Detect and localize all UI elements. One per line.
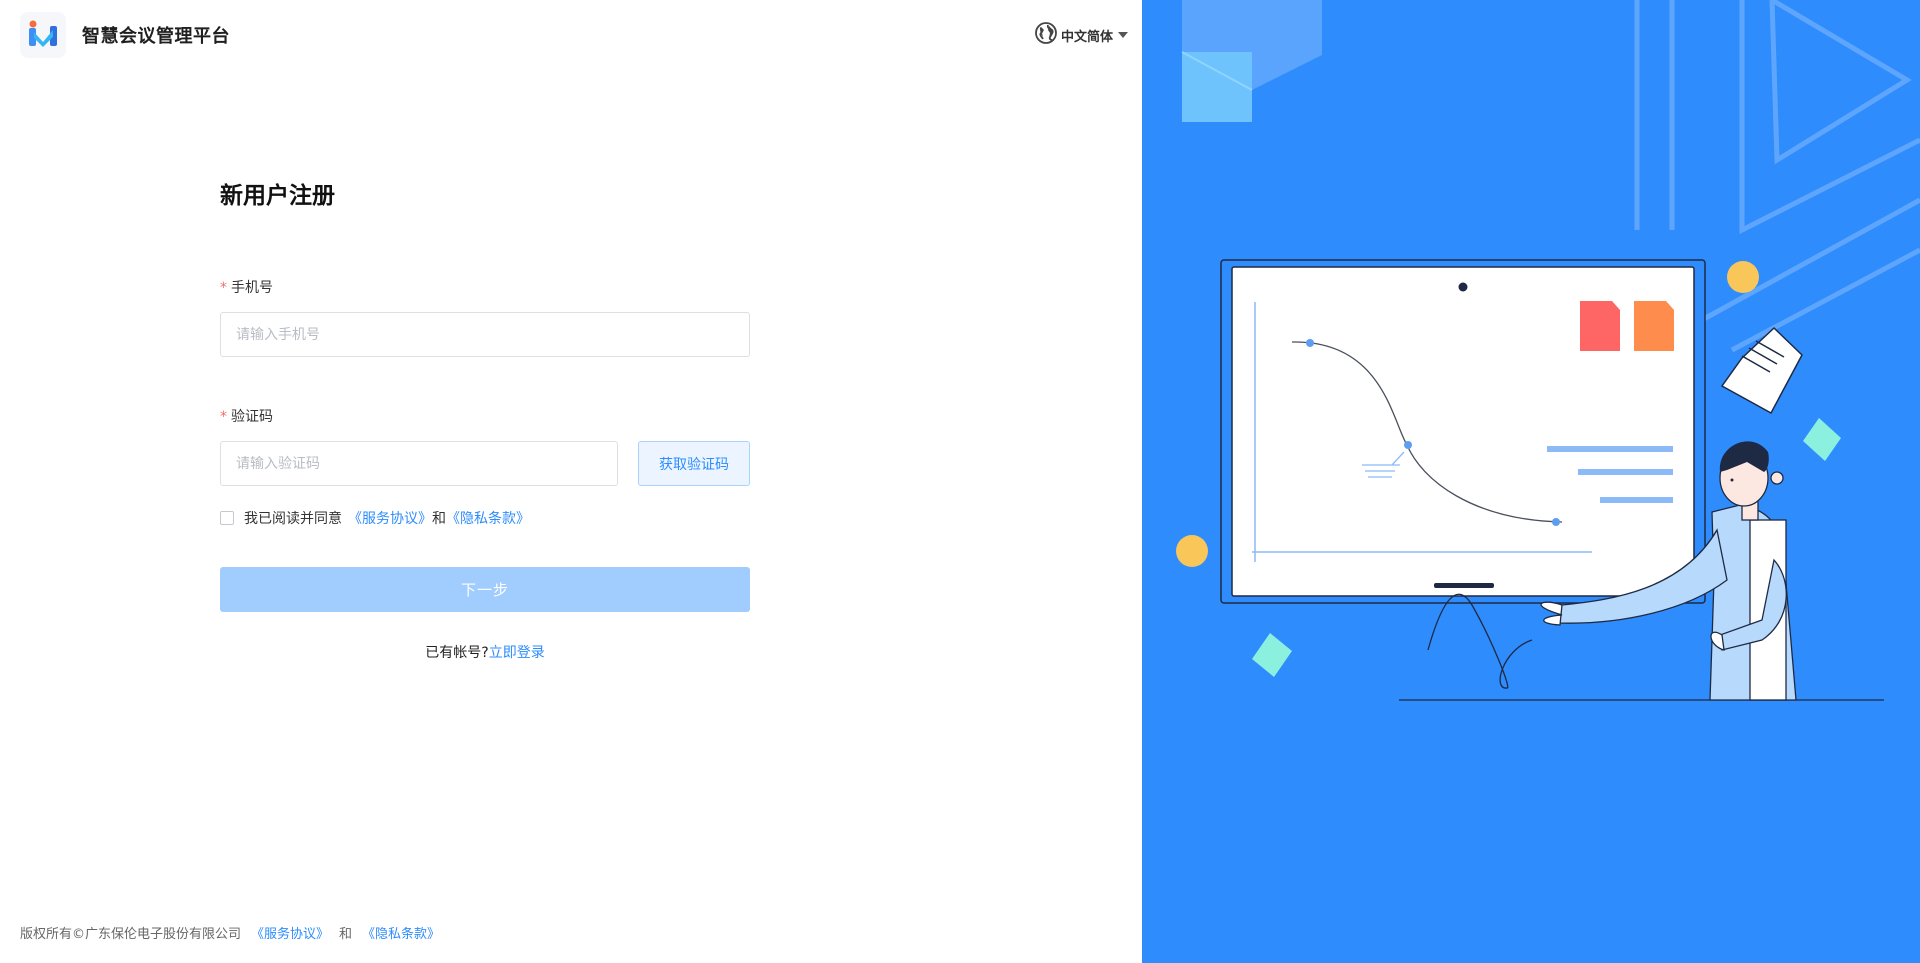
footer-privacy-policy-link[interactable]: 《隐私条款》 bbox=[362, 923, 440, 942]
privacy-policy-link[interactable]: 《隐私条款》 bbox=[446, 508, 530, 528]
globe-icon bbox=[1035, 22, 1057, 48]
get-code-button[interactable]: 获取验证码 bbox=[638, 441, 750, 486]
language-label: 中文简体 bbox=[1061, 29, 1114, 45]
footer: 版权所有©广东保伦电子股份有限公司 《服务协议》 和 《隐私条款》 bbox=[20, 923, 440, 942]
copyright-text: 版权所有©广东保伦电子股份有限公司 bbox=[20, 927, 242, 942]
required-mark: * bbox=[220, 280, 227, 296]
required-mark: * bbox=[220, 409, 227, 425]
service-agreement-link[interactable]: 《服务协议》 bbox=[348, 508, 432, 528]
code-label-text: 验证码 bbox=[231, 409, 273, 425]
phone-input[interactable] bbox=[220, 312, 750, 357]
app-name: 智慧会议管理平台 bbox=[82, 26, 230, 47]
presentation-illustration bbox=[1176, 0, 1920, 701]
phone-label-text: 手机号 bbox=[231, 280, 273, 296]
code-label: * 验证码 bbox=[220, 406, 273, 426]
footer-service-agreement-link[interactable]: 《服务协议》 bbox=[251, 923, 329, 942]
illustration-panel bbox=[1142, 0, 1920, 963]
caret-down-icon bbox=[1118, 32, 1129, 38]
login-link[interactable]: 立即登录 bbox=[489, 645, 545, 661]
login-prompt-row: 已有帐号?立即登录 bbox=[220, 642, 750, 662]
form-title: 新用户注册 bbox=[220, 183, 335, 209]
agreement-and: 和 bbox=[432, 511, 446, 527]
agreement-row: 我已阅读并同意 《服务协议》 和 《隐私条款》 bbox=[220, 508, 530, 528]
app-logo-icon bbox=[20, 12, 66, 58]
agreement-checkbox[interactable] bbox=[220, 511, 234, 525]
next-step-button[interactable]: 下一步 bbox=[220, 567, 750, 612]
footer-and: 和 bbox=[339, 927, 353, 942]
register-panel: 智慧会议管理平台 中文简体 新用户注册 *手机号 *验证码 获取验证码 我已阅读… bbox=[0, 0, 1142, 963]
language-switcher[interactable]: 中文简体 bbox=[1035, 22, 1129, 48]
phone-label: * 手机号 bbox=[220, 277, 273, 297]
login-prompt: 已有帐号? bbox=[425, 645, 489, 661]
agreement-text: 我已阅读并同意 bbox=[244, 511, 342, 527]
code-input[interactable] bbox=[220, 441, 618, 486]
brand: 智慧会议管理平台 bbox=[20, 12, 230, 58]
